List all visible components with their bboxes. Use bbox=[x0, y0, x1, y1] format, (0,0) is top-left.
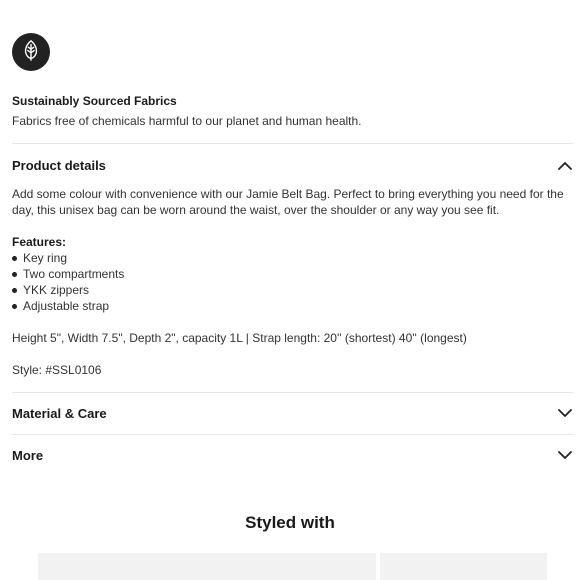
product-page: Sustainably Sourced Fabrics Fabrics free… bbox=[0, 0, 580, 580]
feature-title: Sustainably Sourced Fabrics bbox=[12, 94, 177, 108]
style-number: Style: #SSL0106 bbox=[12, 363, 102, 377]
product-description: Add some colour with convenience with ou… bbox=[12, 187, 564, 217]
chevron-down-icon bbox=[557, 405, 573, 421]
divider bbox=[12, 392, 573, 393]
features-list: Key ring Two compartments YKK zippers Ad… bbox=[12, 250, 574, 314]
list-item: YKK zippers bbox=[12, 282, 574, 298]
list-item: Key ring bbox=[12, 250, 574, 266]
divider bbox=[12, 434, 573, 435]
list-item: Two compartments bbox=[12, 266, 574, 282]
more-label: More bbox=[12, 447, 44, 463]
styled-with-product-card[interactable] bbox=[380, 553, 547, 580]
material-care-label: Material & Care bbox=[12, 405, 107, 421]
product-specs: Height 5", Width 7.5", Depth 2", capacit… bbox=[12, 331, 467, 345]
product-details-body: Add some colour with convenience with ou… bbox=[12, 186, 574, 378]
feature-description: Fabrics free of chemicals harmful to our… bbox=[12, 114, 362, 128]
features-label: Features: bbox=[12, 235, 67, 249]
chevron-up-icon bbox=[557, 157, 573, 173]
divider bbox=[12, 143, 573, 144]
leaf-badge bbox=[12, 33, 50, 71]
chevron-down-icon bbox=[557, 447, 573, 463]
list-item: Adjustable strap bbox=[12, 298, 574, 314]
styled-with-product-card[interactable] bbox=[38, 553, 376, 580]
material-care-toggle[interactable]: Material & Care bbox=[12, 401, 573, 425]
leaf-icon bbox=[20, 39, 42, 66]
styled-with-heading: Styled with bbox=[245, 513, 335, 532]
product-details-label: Product details bbox=[12, 157, 106, 173]
more-toggle[interactable]: More bbox=[12, 443, 573, 467]
product-details-toggle[interactable]: Product details bbox=[12, 153, 573, 177]
